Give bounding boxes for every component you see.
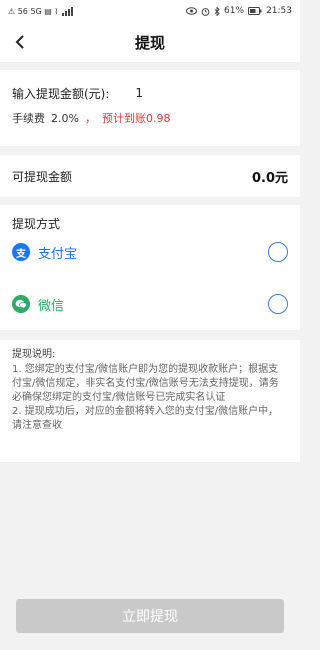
estimated-amount: 预计到账0.98 bbox=[101, 112, 171, 125]
amount-label: 输入提现金额(元): bbox=[12, 86, 110, 101]
balance-card: 可提现金额 0.0元 bbox=[0, 155, 300, 197]
battery-icon bbox=[248, 7, 262, 15]
amount-card: 输入提现金额(元): 手续费 2.0% ， 预计到账0.98 bbox=[0, 70, 300, 146]
note-line: 2. 提现成功后，对应的金额将转入您的支付宝/微信账户中，请注意查收 bbox=[12, 406, 279, 431]
eye-icon bbox=[186, 7, 198, 15]
fee-rate: 2.0% bbox=[51, 111, 79, 125]
chevron-left-icon bbox=[15, 35, 24, 49]
methods-title: 提现方式 bbox=[12, 217, 61, 231]
balance-label: 可提现金额 bbox=[12, 169, 73, 184]
battery-percent: 61% bbox=[224, 6, 245, 16]
status-time: 21:53 bbox=[266, 6, 292, 16]
amount-input[interactable] bbox=[135, 86, 256, 100]
wechat-icon bbox=[12, 295, 30, 313]
method-name: 微信 bbox=[38, 298, 65, 314]
fee-row: 手续费 2.0% ， 预计到账0.98 bbox=[12, 110, 288, 126]
methods-card: 提现方式 支 支付宝 微信 bbox=[0, 205, 300, 330]
method-name: 支付宝 bbox=[38, 246, 78, 262]
status-network-icons: ⚠ 56 5G ▤ ⌇ bbox=[8, 6, 59, 16]
page-title: 提现 bbox=[134, 33, 165, 52]
status-right: 61% 21:53 bbox=[186, 6, 292, 16]
fee-label: 手续费 bbox=[12, 112, 45, 125]
fee-separator: ， bbox=[84, 112, 96, 125]
status-left: ⚠ 56 5G ▤ ⌇ bbox=[8, 6, 74, 16]
method-alipay[interactable]: 支 支付宝 bbox=[12, 237, 288, 267]
alipay-icon: 支 bbox=[12, 243, 30, 261]
method-wechat[interactable]: 微信 bbox=[12, 289, 288, 319]
status-bar: ⚠ 56 5G ▤ ⌇ 61% 21:53 bbox=[0, 0, 300, 22]
alarm-icon bbox=[201, 7, 210, 16]
alipay-radio[interactable] bbox=[268, 242, 288, 262]
back-button[interactable] bbox=[8, 30, 32, 54]
signal-icon bbox=[62, 6, 74, 16]
note-line: 1. 您绑定的支付宝/微信账户即为您的提现收款账户；根据支付宝/微信规定，非实名… bbox=[12, 364, 279, 403]
wechat-radio[interactable] bbox=[268, 294, 288, 314]
bluetooth-icon bbox=[214, 6, 220, 16]
notes-title: 提现说明: bbox=[12, 349, 56, 360]
withdraw-notes: 提现说明: 1. 您绑定的支付宝/微信账户即为您的提现收款账户；根据支付宝/微信… bbox=[0, 340, 300, 462]
amount-row: 输入提现金额(元): bbox=[12, 84, 288, 102]
balance-value: 0.0元 bbox=[251, 170, 288, 186]
submit-withdraw-button[interactable]: 立即提现 bbox=[16, 599, 284, 633]
top-nav: 提现 bbox=[0, 22, 300, 62]
